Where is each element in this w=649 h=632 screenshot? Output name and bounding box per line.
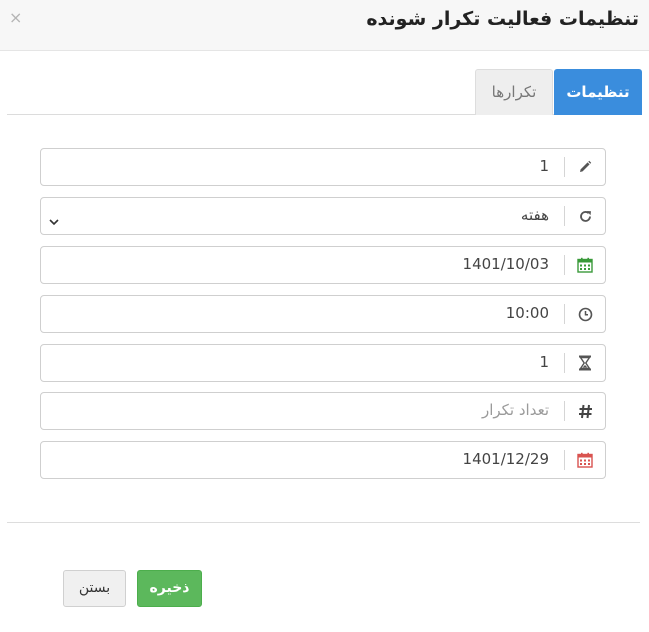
time-field[interactable]: 10:00: [40, 295, 606, 333]
field-separator: [564, 401, 565, 421]
duration-value: 1: [539, 353, 549, 371]
calendar-icon[interactable]: [565, 442, 605, 478]
time-value: 10:00: [505, 304, 549, 322]
duration-field[interactable]: 1: [40, 344, 606, 382]
repeat-count-placeholder: تعداد تکرار: [481, 401, 549, 419]
close-button[interactable]: بستن: [63, 570, 126, 607]
field-separator: [564, 157, 565, 177]
calendar-icon[interactable]: [565, 247, 605, 283]
modal-title: تنظیمات فعالیت تکرار شونده: [366, 8, 639, 30]
period-select[interactable]: هفته: [40, 197, 606, 235]
refresh-icon: [565, 198, 605, 234]
end-date-field[interactable]: 1401/12/29: [40, 441, 606, 479]
tabs-bar: تنظیمات تکرارها: [7, 68, 642, 115]
field-separator: [564, 353, 565, 373]
save-button[interactable]: ذخیره: [137, 570, 202, 607]
pencil-icon: [565, 149, 605, 185]
field-separator: [564, 206, 565, 226]
start-date-field[interactable]: 1401/10/03: [40, 246, 606, 284]
count-field[interactable]: 1: [40, 148, 606, 186]
end-date-value: 1401/12/29: [462, 450, 549, 468]
tab-repeats[interactable]: تکرارها: [475, 69, 553, 115]
footer-divider: [7, 522, 640, 523]
tab-settings[interactable]: تنظیمات: [554, 69, 642, 115]
field-separator: [564, 255, 565, 275]
hash-icon: [565, 393, 605, 429]
field-separator: [564, 304, 565, 324]
count-value: 1: [539, 157, 549, 175]
clock-icon: [565, 296, 605, 332]
repeat-count-field[interactable]: تعداد تکرار: [40, 392, 606, 430]
period-value: هفته: [520, 206, 549, 224]
start-date-value: 1401/10/03: [462, 255, 549, 273]
field-separator: [564, 450, 565, 470]
close-icon[interactable]: ×: [9, 9, 22, 27]
chevron-down-icon[interactable]: [49, 211, 59, 230]
modal-header: تنظیمات فعالیت تکرار شونده ×: [0, 0, 649, 51]
hourglass-icon: [565, 345, 605, 381]
